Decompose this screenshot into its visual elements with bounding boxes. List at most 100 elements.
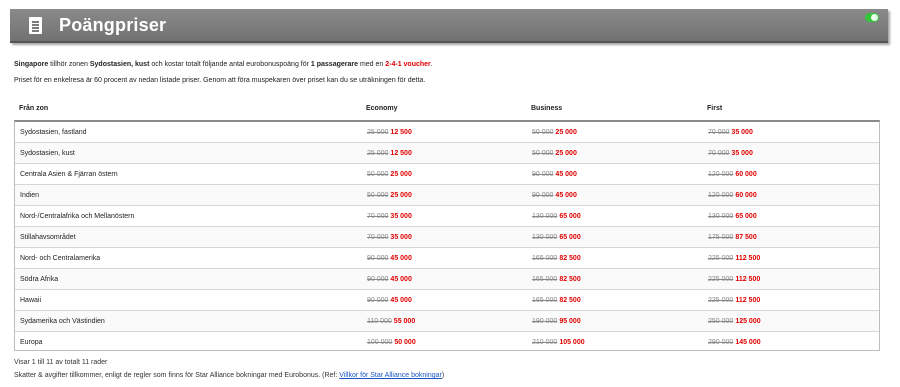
zone-info: Singapore tillhör zonen Sydostasien, kus… xyxy=(14,61,433,68)
table-cell[interactable]: 90 000 45 000 xyxy=(367,255,412,262)
economy-old-price: 90 000 xyxy=(367,297,389,304)
business-old-price: 90 000 xyxy=(532,192,554,199)
economy-old-price: 100 000 xyxy=(367,339,393,346)
table-cell[interactable]: 130 000 65 000 xyxy=(532,213,581,220)
table-cell[interactable]: 50 000 25 000 xyxy=(532,129,577,136)
economy-old-price: 25 000 xyxy=(367,150,389,157)
economy-old-price: 50 000 xyxy=(367,192,389,199)
first-old-price: 225 000 xyxy=(708,297,734,304)
table-row: Nord-/Centralafrika och Mellanöstern 70 0… xyxy=(15,206,879,227)
table-row: Europa 100 000 50 000 210 000 105 000 290 000… xyxy=(15,332,879,353)
table-cell[interactable]: 165 000 82 500 xyxy=(532,255,581,262)
toggle-icon[interactable] xyxy=(865,13,879,22)
economy-price: 50 000 xyxy=(394,339,416,346)
price-table: Sydostasien, fastland 25 000 12 500 50 000 2… xyxy=(14,120,880,351)
table-cell[interactable]: 120 000 60 000 xyxy=(708,171,757,178)
star-alliance-terms-link[interactable]: Villkor för Star Alliance bokningar xyxy=(339,372,442,379)
column-header-business[interactable]: Business xyxy=(531,105,562,112)
business-old-price: 210 000 xyxy=(532,339,558,346)
table-cell[interactable]: 90 000 45 000 xyxy=(532,171,577,178)
table-cell[interactable]: 70 000 35 000 xyxy=(367,213,412,220)
table-cell[interactable]: 225 000 112 500 xyxy=(708,276,760,283)
business-old-price: 50 000 xyxy=(532,129,554,136)
table-cell[interactable]: 70 000 35 000 xyxy=(708,150,753,157)
business-old-price: 165 000 xyxy=(532,276,558,283)
economy-price: 55 000 xyxy=(393,318,416,325)
economy-old-price: 90 000 xyxy=(367,255,389,262)
economy-old-price: 25 000 xyxy=(367,129,389,136)
table-row: Hawaii 90 000 45 000 165 000 82 500 225 000 11… xyxy=(15,290,879,311)
economy-price: 12 500 xyxy=(390,150,412,157)
business-price: 82 500 xyxy=(559,297,581,304)
business-price: 45 000 xyxy=(555,192,577,199)
table-cell: Stillahavsområdet xyxy=(20,234,76,241)
economy-old-price: 70 000 xyxy=(367,234,389,241)
first-old-price: 120 000 xyxy=(708,171,734,178)
table-cell[interactable]: 50 000 25 000 xyxy=(532,150,577,157)
footer-note-text: Skatter & avgifter tillkommer, enligt de… xyxy=(14,372,340,379)
business-old-price: 50 000 xyxy=(532,150,554,157)
column-header-zone[interactable]: Från zon xyxy=(19,105,48,112)
zone-cell: Indien xyxy=(20,192,40,199)
zone-cell: Sydamerika och Västindien xyxy=(20,318,105,325)
column-header-economy[interactable]: Economy xyxy=(366,105,398,112)
economy-old-price: 110 000 xyxy=(367,318,392,325)
first-price: 112 500 xyxy=(735,297,761,304)
table-cell[interactable]: 225 000 112 500 xyxy=(708,297,760,304)
table-cell[interactable]: 70 000 35 000 xyxy=(708,129,753,136)
business-price: 82 500 xyxy=(559,276,581,283)
info-text: . xyxy=(430,61,433,68)
rows-info: Visar 1 till 11 av totalt 11 rader xyxy=(14,359,108,366)
table-cell[interactable]: 130 000 65 000 xyxy=(532,234,581,241)
table-cell[interactable]: 90 000 45 000 xyxy=(367,297,412,304)
zone-cell: Sydostasien, fastland xyxy=(20,129,87,136)
zone-name: Sydostasien, kust xyxy=(89,61,150,68)
table-cell[interactable]: 250 000 125 000 xyxy=(708,318,761,325)
table-cell: Nord- och Centralamerika xyxy=(20,255,100,262)
table-row: Nord- och Centralamerika 90 000 45 000 165 … xyxy=(15,248,879,269)
table-cell[interactable]: 100 000 50 000 xyxy=(367,339,416,346)
table-cell: Sydamerika och Västindien xyxy=(20,318,105,325)
table-cell[interactable]: 225 000 112 500 xyxy=(708,255,760,262)
table-cell[interactable]: 110 000 55 000 xyxy=(367,318,415,325)
table-cell[interactable]: 50 000 25 000 xyxy=(367,192,412,199)
business-price: 82 500 xyxy=(559,255,581,262)
table-row: Södra Afrika 90 000 45 000 165 000 82 500 225… xyxy=(15,269,879,290)
info-text: och kostar totalt följande antal eurobon… xyxy=(149,61,311,68)
zone-cell: Södra Afrika xyxy=(20,276,59,283)
zone-cell: Nord-/Centralafrika och Mellanöstern xyxy=(20,213,135,220)
table-cell[interactable]: 175 000 87 500 xyxy=(708,234,757,241)
table-cell[interactable]: 25 000 12 500 xyxy=(367,150,412,157)
economy-price: 35 000 xyxy=(390,213,412,220)
business-price: 25 000 xyxy=(555,129,577,136)
table-cell[interactable]: 290 000 145 000 xyxy=(708,339,761,346)
economy-old-price: 50 000 xyxy=(367,171,389,178)
table-cell[interactable]: 165 000 82 500 xyxy=(532,276,581,283)
table-cell: Indien xyxy=(20,192,39,199)
table-cell[interactable]: 70 000 35 000 xyxy=(367,234,412,241)
table-cell[interactable]: 50 000 25 000 xyxy=(367,171,412,178)
first-price: 35 000 xyxy=(731,129,753,136)
first-old-price: 225 000 xyxy=(708,255,734,262)
economy-price: 45 000 xyxy=(390,297,412,304)
business-price: 65 000 xyxy=(559,234,581,241)
table-cell[interactable]: 190 000 95 000 xyxy=(532,318,581,325)
table-cell[interactable]: 130 000 65 000 xyxy=(708,213,757,220)
economy-price: 25 000 xyxy=(390,171,412,178)
column-header-first[interactable]: First xyxy=(707,105,722,112)
info-text: med en xyxy=(358,61,386,68)
first-old-price: 175 000 xyxy=(708,234,734,241)
table-cell[interactable]: 90 000 45 000 xyxy=(532,192,577,199)
table-cell[interactable]: 120 000 60 000 xyxy=(708,192,757,199)
table-cell[interactable]: 165 000 82 500 xyxy=(532,297,581,304)
economy-old-price: 90 000 xyxy=(367,276,389,283)
table-cell: Sydostasien, fastland xyxy=(20,129,87,136)
business-old-price: 90 000 xyxy=(532,171,554,178)
table-cell[interactable]: 90 000 45 000 xyxy=(367,276,412,283)
zone-cell: Hawaii xyxy=(20,297,42,304)
first-price: 145 000 xyxy=(735,339,761,346)
table-cell[interactable]: 25 000 12 500 xyxy=(367,129,412,136)
business-old-price: 130 000 xyxy=(532,234,558,241)
economy-price: 45 000 xyxy=(390,276,412,283)
table-cell[interactable]: 210 000 105 000 xyxy=(532,339,585,346)
